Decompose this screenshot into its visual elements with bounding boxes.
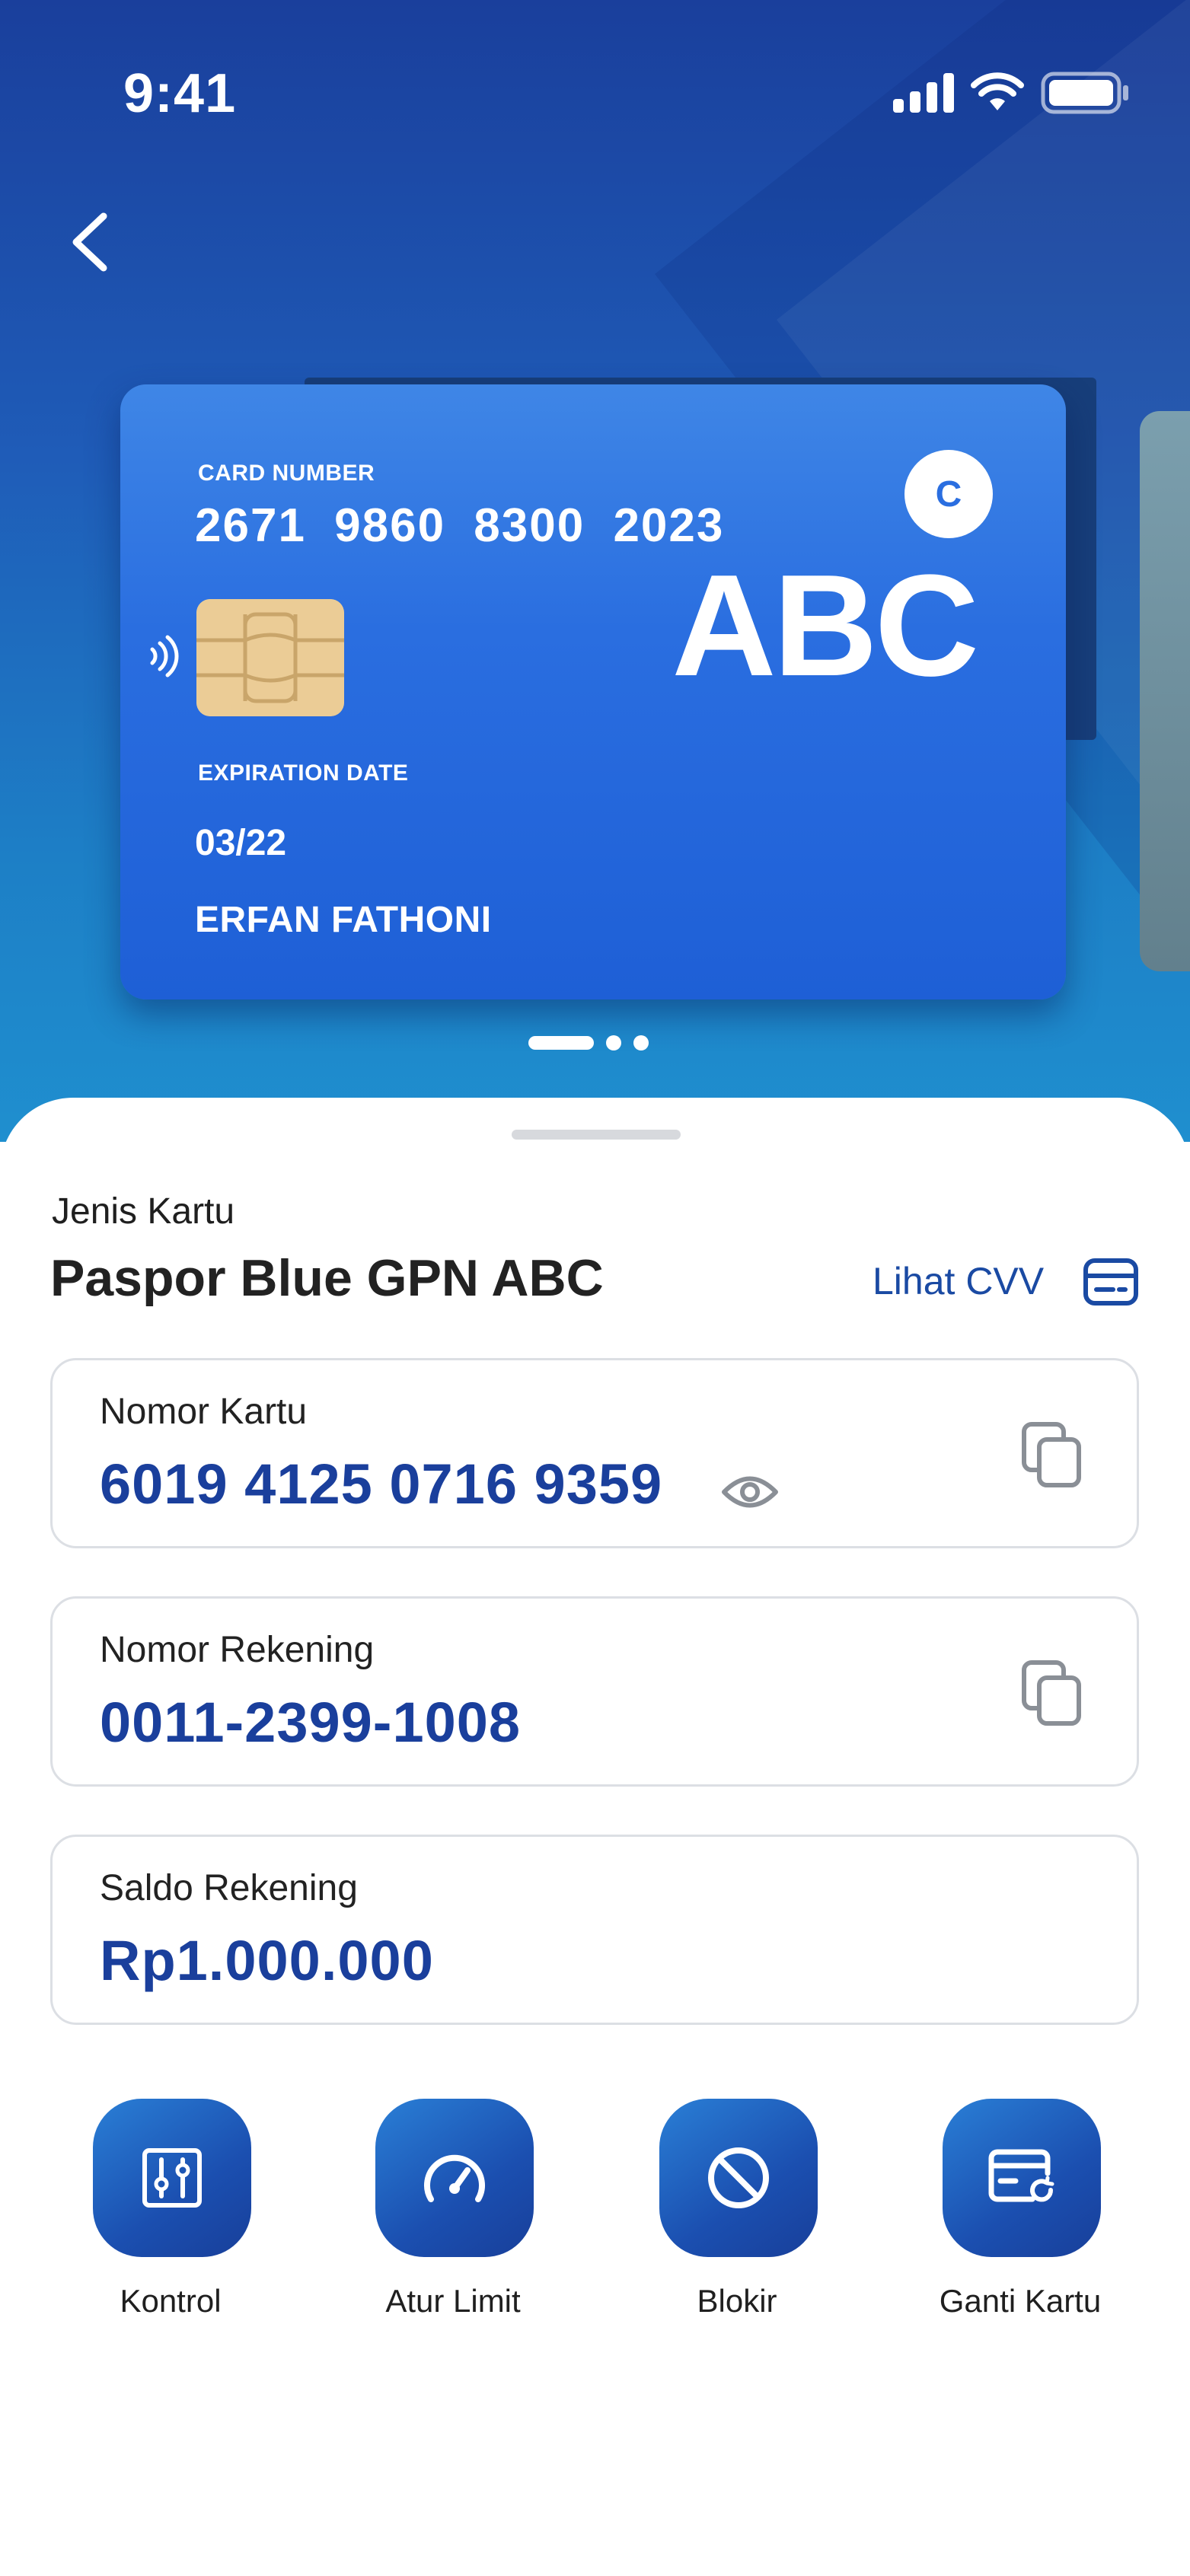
card-logo-letter: C [935,473,962,515]
blokir-button[interactable] [659,2099,818,2257]
copy-icon[interactable] [1021,1659,1082,1726]
card-type-name: Paspor Blue GPN ABC [50,1249,604,1307]
card-number-label: Nomor Kartu [100,1392,308,1432]
account-number-value: 0011-2399-1008 [100,1691,522,1754]
card-header-section: 9:41 CARD NUMBER 2671 9860 8300 2023 C A… [0,0,1190,1142]
card-type-label: Jenis Kartu [52,1191,235,1232]
next-card-preview[interactable] [1140,411,1190,971]
atur-limit-label: Atur Limit [385,2283,521,2319]
ganti-kartu-button[interactable] [943,2099,1101,2257]
chip-icon [196,599,344,716]
action-blokir[interactable]: Blokir [623,2099,851,2342]
view-cvv-link[interactable]: Lihat CVV [873,1259,1044,1303]
card-number-label: CARD NUMBER [198,461,375,486]
contactless-icon [150,635,179,677]
action-ganti-kartu[interactable]: Ganti Kartu [906,2099,1134,2342]
card-pagination [528,1035,649,1050]
ganti-kartu-label: Ganti Kartu [939,2283,1102,2319]
card-expiry: 03/22 [195,823,287,863]
kontrol-button[interactable] [93,2099,251,2257]
account-balance-label: Saldo Rekening [100,1868,358,1908]
card-number: 2671 9860 8300 2023 [195,499,725,552]
card-replace-icon [988,2149,1054,2202]
atur-limit-button[interactable] [375,2099,534,2257]
card-number-value: 6019 4125 0716 9359 [100,1452,663,1516]
card-actions: Kontrol Atur Limit Blokir Ganti Kartu [0,2099,1190,2342]
eye-icon[interactable] [721,1471,779,1513]
pagination-dot-active[interactable] [528,1036,594,1050]
card-expiry-label: EXPIRATION DATE [198,760,409,786]
card-detail-sheet: Jenis Kartu Paspor Blue GPN ABC Lihat CV… [0,1098,1190,2576]
card-number-field: Nomor Kartu 6019 4125 0716 9359 [50,1358,1139,1548]
pagination-dot[interactable] [606,1035,621,1050]
wifi-icon [971,72,1024,110]
card-brand: ABC [672,545,979,706]
account-number-label: Nomor Rekening [100,1630,375,1670]
debit-card[interactable]: CARD NUMBER 2671 9860 8300 2023 C ABC EX… [120,384,1066,999]
battery-icon [1041,72,1128,114]
copy-icon[interactable] [1021,1421,1082,1488]
sheet-handle[interactable] [512,1130,681,1140]
account-balance-field: Saldo Rekening Rp1.000.000 [50,1835,1139,2025]
action-atur-limit[interactable]: Atur Limit [339,2099,567,2342]
action-kontrol[interactable]: Kontrol [56,2099,285,2342]
block-icon [708,2147,769,2208]
card-holder-name: ERFAN FATHONI [195,900,492,940]
card-icon[interactable] [1083,1258,1139,1306]
sliders-icon [142,2148,202,2208]
speedometer-icon [424,2154,485,2202]
account-number-field: Nomor Rekening 0011-2399-1008 [50,1596,1139,1787]
status-icons [893,70,1131,116]
kontrol-label: Kontrol [120,2283,222,2319]
back-button[interactable] [65,210,114,274]
card-logo: C [904,450,993,538]
signal-icon [893,73,954,113]
account-balance-value: Rp1.000.000 [100,1929,434,1992]
blokir-label: Blokir [697,2283,777,2319]
status-time: 9:41 [123,63,237,124]
pagination-dot[interactable] [633,1035,649,1050]
